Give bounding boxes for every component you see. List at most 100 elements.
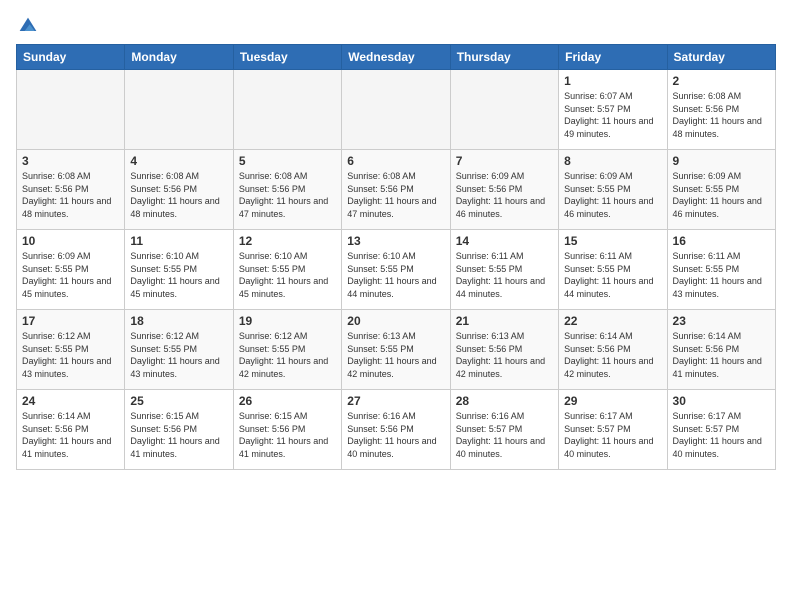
day-cell: 4 Sunrise: 6:08 AMSunset: 5:56 PMDaylight… — [125, 150, 233, 230]
weekday-tuesday: Tuesday — [233, 45, 341, 70]
weekday-thursday: Thursday — [450, 45, 558, 70]
day-cell: 28 Sunrise: 6:16 AMSunset: 5:57 PMDayligh… — [450, 390, 558, 470]
day-number: 26 — [239, 394, 336, 408]
day-cell: 17 Sunrise: 6:12 AMSunset: 5:55 PMDayligh… — [17, 310, 125, 390]
day-info: Sunrise: 6:07 AMSunset: 5:57 PMDaylight:… — [564, 90, 661, 140]
weekday-wednesday: Wednesday — [342, 45, 450, 70]
page: SundayMondayTuesdayWednesdayThursdayFrid… — [0, 0, 792, 480]
day-info: Sunrise: 6:16 AMSunset: 5:57 PMDaylight:… — [456, 410, 553, 460]
day-info: Sunrise: 6:15 AMSunset: 5:56 PMDaylight:… — [130, 410, 227, 460]
day-number: 1 — [564, 74, 661, 88]
day-cell: 27Sunrise: 6:16 AMSunset: 5:56 PMDayligh… — [342, 390, 450, 470]
day-cell: 19 Sunrise: 6:12 AMSunset: 5:55 PMDayligh… — [233, 310, 341, 390]
day-info: Sunrise: 6:17 AMSunset: 5:57 PMDaylight:… — [673, 410, 770, 460]
day-cell — [17, 70, 125, 150]
day-cell: 3 Sunrise: 6:08 AMSunset: 5:56 PMDaylight… — [17, 150, 125, 230]
day-info: Sunrise: 6:09 AMSunset: 5:56 PMDaylight:… — [456, 170, 553, 220]
week-row-4: 17 Sunrise: 6:12 AMSunset: 5:55 PMDayligh… — [17, 310, 776, 390]
day-cell — [450, 70, 558, 150]
week-row-5: 24 Sunrise: 6:14 AMSunset: 5:56 PMDayligh… — [17, 390, 776, 470]
day-cell: 24 Sunrise: 6:14 AMSunset: 5:56 PMDayligh… — [17, 390, 125, 470]
day-number: 24 — [22, 394, 119, 408]
day-info: Sunrise: 6:12 AMSunset: 5:55 PMDaylight:… — [130, 330, 227, 380]
day-number: 17 — [22, 314, 119, 328]
day-number: 2 — [673, 74, 770, 88]
weekday-saturday: Saturday — [667, 45, 775, 70]
day-number: 28 — [456, 394, 553, 408]
day-cell: 23 Sunrise: 6:14 AMSunset: 5:56 PMDayligh… — [667, 310, 775, 390]
day-info: Sunrise: 6:08 AMSunset: 5:56 PMDaylight:… — [130, 170, 227, 220]
day-number: 19 — [239, 314, 336, 328]
weekday-monday: Monday — [125, 45, 233, 70]
logo-icon — [18, 16, 38, 36]
weekday-friday: Friday — [559, 45, 667, 70]
day-info: Sunrise: 6:09 AMSunset: 5:55 PMDaylight:… — [22, 250, 119, 300]
day-cell: 9Sunrise: 6:09 AMSunset: 5:55 PMDaylight… — [667, 150, 775, 230]
day-info: Sunrise: 6:10 AMSunset: 5:55 PMDaylight:… — [130, 250, 227, 300]
day-info: Sunrise: 6:10 AMSunset: 5:55 PMDaylight:… — [347, 250, 444, 300]
day-info: Sunrise: 6:14 AMSunset: 5:56 PMDaylight:… — [564, 330, 661, 380]
day-number: 16 — [673, 234, 770, 248]
day-cell: 5Sunrise: 6:08 AMSunset: 5:56 PMDaylight… — [233, 150, 341, 230]
day-number: 21 — [456, 314, 553, 328]
day-info: Sunrise: 6:17 AMSunset: 5:57 PMDaylight:… — [564, 410, 661, 460]
weekday-sunday: Sunday — [17, 45, 125, 70]
day-info: Sunrise: 6:08 AMSunset: 5:56 PMDaylight:… — [239, 170, 336, 220]
day-info: Sunrise: 6:11 AMSunset: 5:55 PMDaylight:… — [456, 250, 553, 300]
day-number: 13 — [347, 234, 444, 248]
day-info: Sunrise: 6:08 AMSunset: 5:56 PMDaylight:… — [673, 90, 770, 140]
day-number: 30 — [673, 394, 770, 408]
day-number: 3 — [22, 154, 119, 168]
day-info: Sunrise: 6:09 AMSunset: 5:55 PMDaylight:… — [564, 170, 661, 220]
day-cell — [342, 70, 450, 150]
day-number: 8 — [564, 154, 661, 168]
week-row-1: 1 Sunrise: 6:07 AMSunset: 5:57 PMDaylight… — [17, 70, 776, 150]
day-cell: 29 Sunrise: 6:17 AMSunset: 5:57 PMDayligh… — [559, 390, 667, 470]
day-cell: 6 Sunrise: 6:08 AMSunset: 5:56 PMDaylight… — [342, 150, 450, 230]
day-number: 4 — [130, 154, 227, 168]
day-number: 14 — [456, 234, 553, 248]
day-number: 15 — [564, 234, 661, 248]
day-info: Sunrise: 6:14 AMSunset: 5:56 PMDaylight:… — [673, 330, 770, 380]
day-cell: 7 Sunrise: 6:09 AMSunset: 5:56 PMDaylight… — [450, 150, 558, 230]
day-info: Sunrise: 6:14 AMSunset: 5:56 PMDaylight:… — [22, 410, 119, 460]
day-number: 18 — [130, 314, 227, 328]
day-number: 6 — [347, 154, 444, 168]
day-cell: 25 Sunrise: 6:15 AMSunset: 5:56 PMDayligh… — [125, 390, 233, 470]
day-info: Sunrise: 6:11 AMSunset: 5:55 PMDaylight:… — [564, 250, 661, 300]
day-cell: 16 Sunrise: 6:11 AMSunset: 5:55 PMDayligh… — [667, 230, 775, 310]
day-cell: 22 Sunrise: 6:14 AMSunset: 5:56 PMDayligh… — [559, 310, 667, 390]
day-cell: 2 Sunrise: 6:08 AMSunset: 5:56 PMDaylight… — [667, 70, 775, 150]
day-number: 20 — [347, 314, 444, 328]
day-number: 7 — [456, 154, 553, 168]
day-cell: 13 Sunrise: 6:10 AMSunset: 5:55 PMDayligh… — [342, 230, 450, 310]
day-cell: 10 Sunrise: 6:09 AMSunset: 5:55 PMDayligh… — [17, 230, 125, 310]
day-number: 29 — [564, 394, 661, 408]
day-cell: 11Sunrise: 6:10 AMSunset: 5:55 PMDayligh… — [125, 230, 233, 310]
day-number: 23 — [673, 314, 770, 328]
day-cell: 14 Sunrise: 6:11 AMSunset: 5:55 PMDayligh… — [450, 230, 558, 310]
day-info: Sunrise: 6:15 AMSunset: 5:56 PMDaylight:… — [239, 410, 336, 460]
day-number: 25 — [130, 394, 227, 408]
header — [16, 16, 776, 36]
day-cell — [233, 70, 341, 150]
day-number: 12 — [239, 234, 336, 248]
day-cell: 30 Sunrise: 6:17 AMSunset: 5:57 PMDayligh… — [667, 390, 775, 470]
day-info: Sunrise: 6:12 AMSunset: 5:55 PMDaylight:… — [22, 330, 119, 380]
week-row-2: 3 Sunrise: 6:08 AMSunset: 5:56 PMDaylight… — [17, 150, 776, 230]
day-info: Sunrise: 6:09 AMSunset: 5:55 PMDaylight:… — [673, 170, 770, 220]
day-cell: 20Sunrise: 6:13 AMSunset: 5:55 PMDayligh… — [342, 310, 450, 390]
day-info: Sunrise: 6:08 AMSunset: 5:56 PMDaylight:… — [347, 170, 444, 220]
day-cell: 18 Sunrise: 6:12 AMSunset: 5:55 PMDayligh… — [125, 310, 233, 390]
logo — [16, 16, 38, 36]
day-number: 22 — [564, 314, 661, 328]
day-cell: 26 Sunrise: 6:15 AMSunset: 5:56 PMDayligh… — [233, 390, 341, 470]
day-number: 10 — [22, 234, 119, 248]
day-info: Sunrise: 6:12 AMSunset: 5:55 PMDaylight:… — [239, 330, 336, 380]
calendar: SundayMondayTuesdayWednesdayThursdayFrid… — [16, 44, 776, 470]
day-info: Sunrise: 6:08 AMSunset: 5:56 PMDaylight:… — [22, 170, 119, 220]
day-cell: 15 Sunrise: 6:11 AMSunset: 5:55 PMDayligh… — [559, 230, 667, 310]
day-info: Sunrise: 6:10 AMSunset: 5:55 PMDaylight:… — [239, 250, 336, 300]
day-number: 27 — [347, 394, 444, 408]
day-info: Sunrise: 6:11 AMSunset: 5:55 PMDaylight:… — [673, 250, 770, 300]
